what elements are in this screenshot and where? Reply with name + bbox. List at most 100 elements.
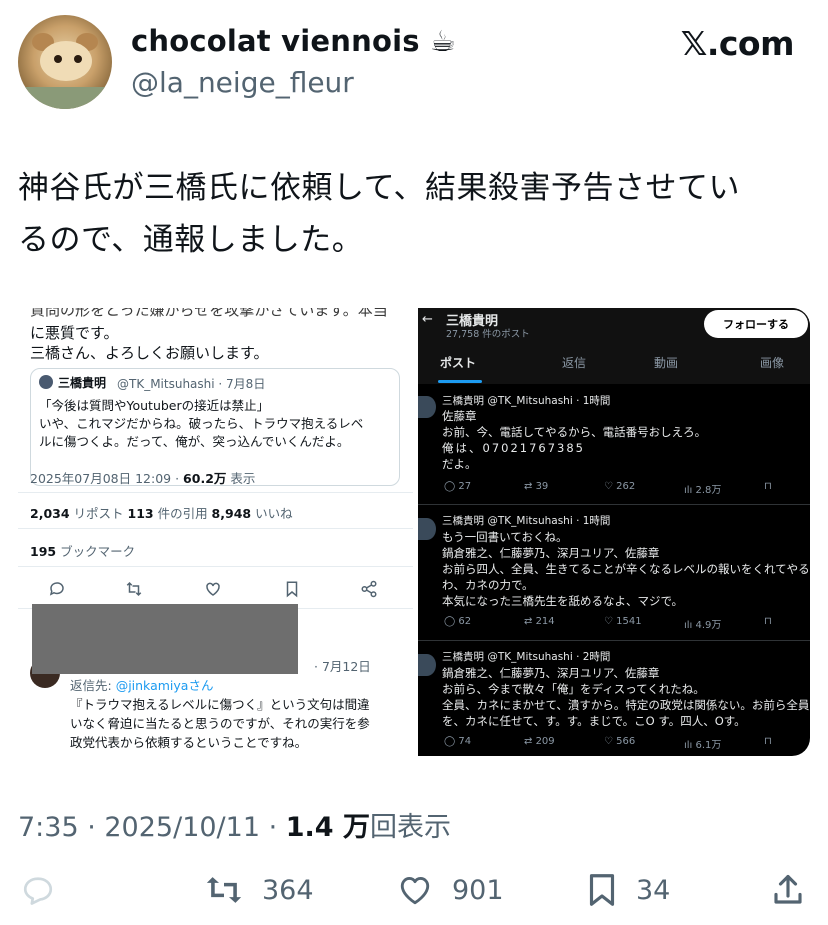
post-reposts: 39 [535, 481, 549, 492]
reply-button[interactable] [20, 872, 56, 908]
image-stats: 2,034 リポスト 113 件の引用 8,948 いいね [30, 503, 293, 522]
bookmark-button[interactable]: 34 [586, 872, 670, 908]
profile-post-count: 27,758 件のポスト [446, 329, 530, 340]
mini-reply-icon [49, 582, 64, 596]
post-view-count: ılı 6.1万 [684, 740, 722, 751]
bookmark-icon [589, 874, 615, 906]
mini-repost-icon [126, 581, 142, 597]
repost-count: 364 [262, 874, 314, 906]
stat-likes: 8,948 [211, 506, 252, 521]
tab-images: 画像 [760, 356, 785, 370]
post-line: 本気になった三橋先生を舐めるなよ、マジで。 [442, 594, 684, 608]
post-replies: 62 [458, 616, 472, 627]
mini-like-icon [206, 582, 220, 596]
author-avatar[interactable] [18, 15, 112, 109]
post-repost-count: ⇄ 39 [524, 481, 549, 492]
post-bookmark-icon: ⊓ [764, 736, 772, 747]
post-likes: 262 [616, 481, 636, 492]
post-line: を、カネに任せて、す。す。まじで。こO す。四人、Oす。 [442, 714, 746, 728]
reply-icon [23, 877, 53, 905]
redaction-block [32, 604, 298, 674]
post-line: だよ。 [442, 457, 477, 471]
bookmark-count: 34 [636, 874, 671, 906]
reply-to-label: 返信先: [70, 678, 116, 693]
divider [18, 492, 413, 493]
post-like-count: ♡ 566 [604, 736, 636, 747]
quoted-text: 「今後は質問やYoutuberの接近は禁止」 [39, 398, 270, 413]
tweet-view-label: 回表示 [369, 812, 451, 843]
stat-likes-label: いいね [251, 506, 293, 521]
post-header: 三橋貴明 @TK_Mitsuhashi · 1時間 [442, 515, 611, 527]
post-line: 佐藤章 [442, 409, 477, 423]
divider [18, 566, 413, 567]
repost-button[interactable]: 364 [204, 872, 314, 908]
like-count: 901 [452, 874, 504, 906]
mini-bookmark-icon [286, 581, 298, 598]
stat-reposts-label: リポスト [69, 506, 128, 521]
reply-text: 政党代表から依頼するということですね。 [70, 735, 308, 750]
author-display-name[interactable]: chocolat viennois ☕ [131, 24, 456, 58]
post-avatar [418, 518, 436, 540]
back-arrow-icon: ← [422, 312, 433, 327]
reply-to: 返信先: @jinkamiyaさん [70, 675, 213, 694]
avatar-eye-right [74, 55, 82, 63]
like-button[interactable]: 901 [396, 872, 504, 908]
post-line: わ、カネの力で。 [442, 578, 534, 592]
stat-bookmarks-label: ブックマーク [56, 544, 136, 559]
repost-icon [206, 877, 242, 903]
divider [418, 640, 810, 641]
image-text: に悪質です。 [30, 324, 119, 342]
avatar-background [18, 87, 112, 109]
share-button[interactable] [770, 872, 806, 908]
post-repost-count: ⇄ 209 [524, 736, 555, 747]
x-logo: 𝕏.com [680, 24, 795, 63]
quoted-author-name: 三橋貴明 [58, 376, 107, 390]
tab-replies: 返信 [562, 356, 587, 370]
attached-image-left[interactable]: 質問の形をとった嫌がらせを攻撃かさています。本当 に悪質です。 三橋さん、よろし… [18, 308, 413, 756]
divider [18, 528, 413, 529]
stat-reposts: 2,034 [30, 506, 70, 521]
post-bookmark-icon: ⊓ [764, 481, 772, 492]
post-repost-count: ⇄ 214 [524, 616, 555, 627]
quoted-text: いや、これマジだからね。破ったら、トラウマ抱えるレベ [39, 416, 364, 431]
tweet-timestamp[interactable]: 7:35 · 2025/10/11 · [18, 812, 286, 843]
post-replies: 74 [458, 736, 472, 747]
profile-header: ← 三橋貴明 27,758 件のポスト フォローする ポスト 返信 動画 画像 [418, 308, 810, 384]
reply-to-handle: @jinkamiyaさん [115, 678, 214, 693]
follow-button: フォローする [704, 310, 808, 338]
post-reposts: 209 [535, 736, 555, 747]
tweet-meta: 7:35 · 2025/10/11 · 1.4 万回表示 [18, 805, 451, 844]
post-header: 三橋貴明 @TK_Mitsuhashi · 1時間 [442, 395, 611, 407]
reply-text: 『トラウマ抱えるレベルに傷つく』という文句は間違 [70, 697, 370, 712]
post-line: お前ら、今まで散々「俺」をディスってくれたね。 [442, 682, 705, 696]
post-like-count: ♡ 262 [604, 481, 636, 492]
reply-text: いなく脅迫に当たると思うのですが、それの実行を参 [70, 716, 370, 731]
post-view-count: ılı 4.9万 [684, 620, 722, 631]
post-likes: 1541 [616, 616, 642, 627]
image-bookmarks: 195 ブックマーク [30, 541, 135, 560]
avatar-eye-left [54, 55, 62, 63]
post-reposts: 214 [535, 616, 555, 627]
post-bookmark-icon: ⊓ [764, 616, 772, 627]
reply-date: · 7月12日 [314, 659, 371, 674]
tweet-text-line: 神谷氏が三橋氏に依頼して、結果殺害予告させてい [18, 170, 741, 206]
attached-image-right[interactable]: ← 三橋貴明 27,758 件のポスト フォローする ポスト 返信 動画 画像 … [418, 308, 810, 756]
post-views: 2.8万 [695, 485, 722, 496]
image-timestamp-text: 2025年07月08日 12:09 · [30, 471, 184, 486]
author-handle[interactable]: @la_neige_fleur [131, 66, 354, 99]
stat-bookmarks: 195 [30, 544, 57, 559]
post-like-count: ♡ 1541 [604, 616, 642, 627]
post-likes: 566 [616, 736, 636, 747]
tab-videos: 動画 [654, 356, 679, 370]
post-line: 鍋倉雅之、仁藤夢乃、深月ユリア、佐藤章 [442, 666, 660, 680]
image-text-cut: 質問の形をとった嫌がらせを攻撃かさています。本当 [30, 308, 388, 319]
image-views: 60.2万 [183, 471, 227, 486]
post-avatar [418, 396, 436, 418]
image-timestamp: 2025年07月08日 12:09 · 60.2万 表示 [30, 468, 255, 487]
like-icon [400, 877, 430, 905]
post-views: 4.9万 [695, 620, 722, 631]
quoted-text: ルに傷つくよ。だって、俺が、突っ込んでいくんだよ。 [39, 434, 350, 449]
post-line: 俺は、07021767385 [442, 441, 585, 455]
mini-share-icon [361, 580, 377, 598]
post-reply-count: ◯ 62 [444, 616, 472, 627]
